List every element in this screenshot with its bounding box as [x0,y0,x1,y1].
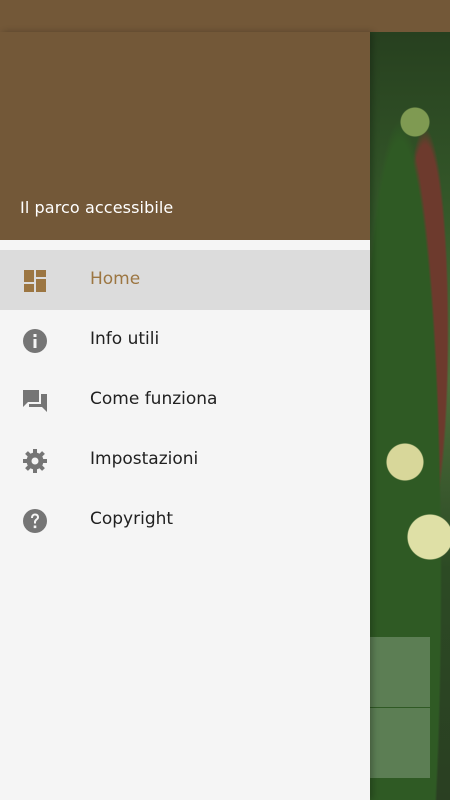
chat-icon [22,388,48,414]
info-icon [22,328,48,354]
background-card [370,708,430,778]
menu-item-come-funziona[interactable]: Come funziona [0,370,370,430]
background-photo [370,32,450,800]
status-bar [0,0,450,32]
menu-item-copyright[interactable]: Copyright [0,490,370,550]
drawer-header: Il parco accessibile [0,32,370,240]
gear-icon [22,448,48,474]
menu-item-label: Home [90,269,141,289]
menu-item-impostazioni[interactable]: Impostazioni [0,430,370,490]
drawer-menu: Home Info utili Come funziona Impostazio… [0,250,370,550]
dashboard-icon [22,268,48,294]
background-card [370,637,430,707]
menu-item-label: Come funziona [90,389,218,409]
navigation-drawer: Il parco accessibile Home Info utili Com… [0,32,370,800]
menu-item-label: Info utili [90,329,160,349]
menu-item-home[interactable]: Home [0,250,370,310]
help-icon [22,508,48,534]
menu-item-label: Copyright [90,509,174,529]
menu-item-info-utili[interactable]: Info utili [0,310,370,370]
menu-item-label: Impostazioni [90,449,199,469]
drawer-title: Il parco accessibile [20,198,174,217]
